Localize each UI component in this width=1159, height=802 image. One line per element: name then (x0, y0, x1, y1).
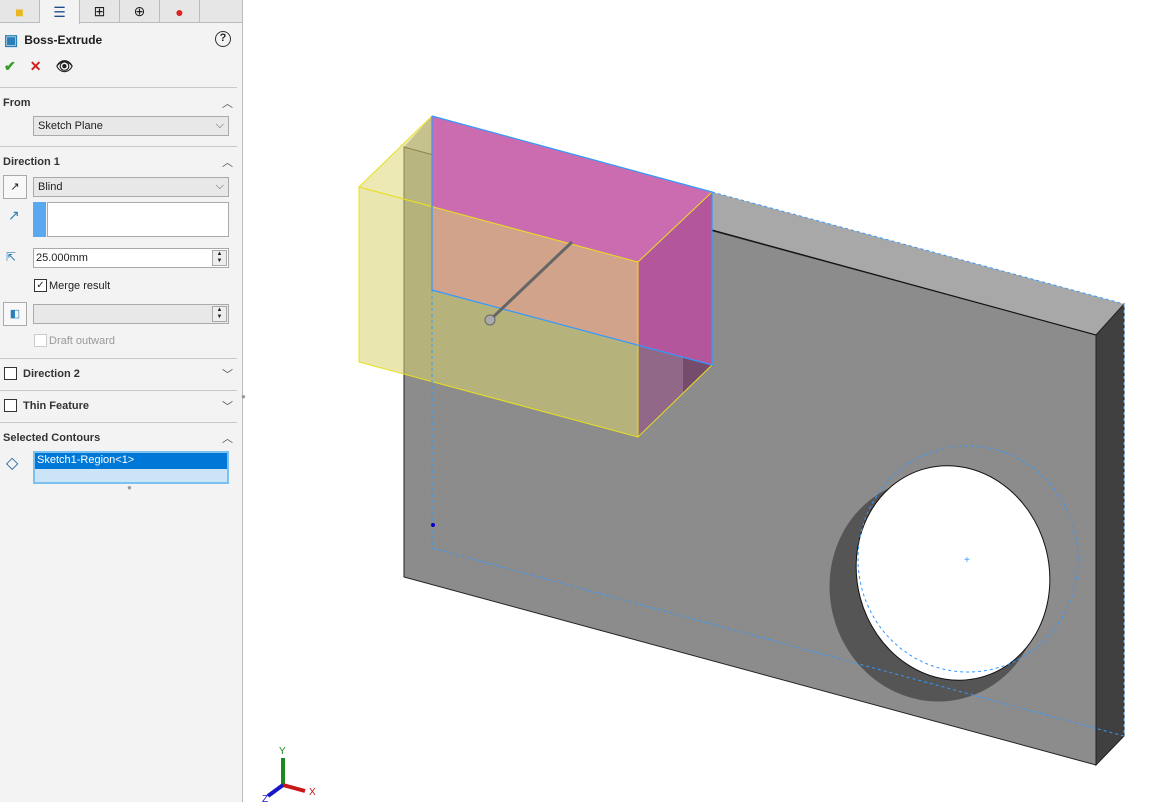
contour-diamond-icon: ◇ (6, 455, 19, 472)
preview-eye-icon[interactable]: 👁 (55, 58, 73, 75)
appearance-ball-icon: ● (175, 3, 184, 20)
from-section: From ︿ Sketch Plane ⌵ (0, 87, 237, 147)
ok-button[interactable]: ✔ (4, 58, 16, 75)
tab-property-manager[interactable]: ☰ (40, 0, 80, 24)
direction1-section: Direction 1 ︿ ↗ Blind ⌵ ↗ ⇱ 25.000mm ▲ ▼ ✓ … (0, 146, 237, 358)
property-manager-panel: ■ ☰ ⊞ ⊕ ● ▣ Boss-Extrude ? ✔ ✕ 👁 From ︿ S… (0, 0, 246, 802)
crosshair-icon: ⊕ (133, 3, 146, 19)
draft-angle-input[interactable]: ▲ ▼ (33, 304, 229, 324)
merge-result-checkbox[interactable]: ✓ (34, 279, 47, 292)
selection-color-swatch (33, 202, 46, 237)
tab-dimxpert-manager[interactable]: ⊕ (120, 0, 160, 23)
thin-feature-section: Thin Feature ﹀ (0, 390, 237, 422)
graphics-viewport[interactable]: + Y X Z (244, 0, 1159, 802)
drag-handle[interactable] (484, 314, 496, 326)
depth-input[interactable]: 25.000mm ▲ ▼ (33, 248, 229, 268)
view-triad: Y X Z (262, 746, 316, 802)
circle-center-mark: + (964, 555, 970, 566)
collapse-chevron-icon[interactable]: ︿ (222, 154, 233, 170)
expand-chevron-icon[interactable]: ﹀ (222, 366, 233, 382)
contours-list[interactable]: Sketch1-Region<1> (33, 451, 229, 484)
from-dropdown[interactable]: Sketch Plane ⌵ (33, 116, 229, 136)
thin-feature-checkbox[interactable] (4, 399, 17, 412)
reverse-direction-button[interactable]: ↗ (3, 175, 27, 199)
plate-side-face (1095, 302, 1125, 767)
cancel-button[interactable]: ✕ (30, 58, 42, 75)
direction-arrow-icon: ↗ (8, 207, 20, 223)
draft-outward-checkbox[interactable] (34, 334, 47, 347)
help-button[interactable]: ? (215, 31, 231, 47)
direction2-checkbox[interactable] (4, 367, 17, 380)
manager-tabs: ■ ☰ ⊞ ⊕ ● (0, 0, 242, 24)
tab-feature-manager[interactable]: ■ (0, 0, 40, 23)
direction-selection-box[interactable] (47, 202, 229, 237)
boss-extrude-icon: ▣ (4, 32, 19, 49)
resize-handle[interactable]: ● (127, 483, 132, 492)
triad-y-label: Y (279, 746, 286, 757)
selected-contours-section: Selected Contours ︿ ◇ Sketch1-Region<1> … (0, 422, 237, 502)
end-condition-dropdown[interactable]: Blind ⌵ (33, 177, 229, 197)
collapse-chevron-icon[interactable]: ︿ (222, 95, 233, 111)
tab-display-manager[interactable]: ● (160, 0, 200, 23)
collapse-chevron-icon[interactable]: ︿ (222, 430, 233, 446)
depth-dimension-icon: ⇱ (6, 250, 17, 264)
feature-title: ▣ Boss-Extrude (4, 32, 103, 49)
configuration-icon: ⊞ (93, 3, 106, 19)
chevron-down-icon: ⌵ (215, 119, 224, 131)
expand-chevron-icon[interactable]: ﹀ (222, 398, 233, 414)
list-item[interactable]: Sketch1-Region<1> (35, 453, 227, 469)
property-list-icon: ☰ (53, 3, 66, 20)
draft-toggle-button[interactable]: ◧ (3, 302, 27, 326)
triad-x-label: X (309, 787, 316, 798)
chevron-down-icon: ⌵ (215, 180, 224, 192)
triad-z-label: Z (262, 794, 268, 802)
part-icon: ■ (15, 3, 24, 20)
draft-spinner[interactable]: ▲ ▼ (212, 306, 227, 322)
tab-configuration-manager[interactable]: ⊞ (80, 0, 120, 23)
direction2-section: Direction 2 ﹀ (0, 358, 237, 390)
depth-spinner[interactable]: ▲ ▼ (212, 250, 227, 266)
